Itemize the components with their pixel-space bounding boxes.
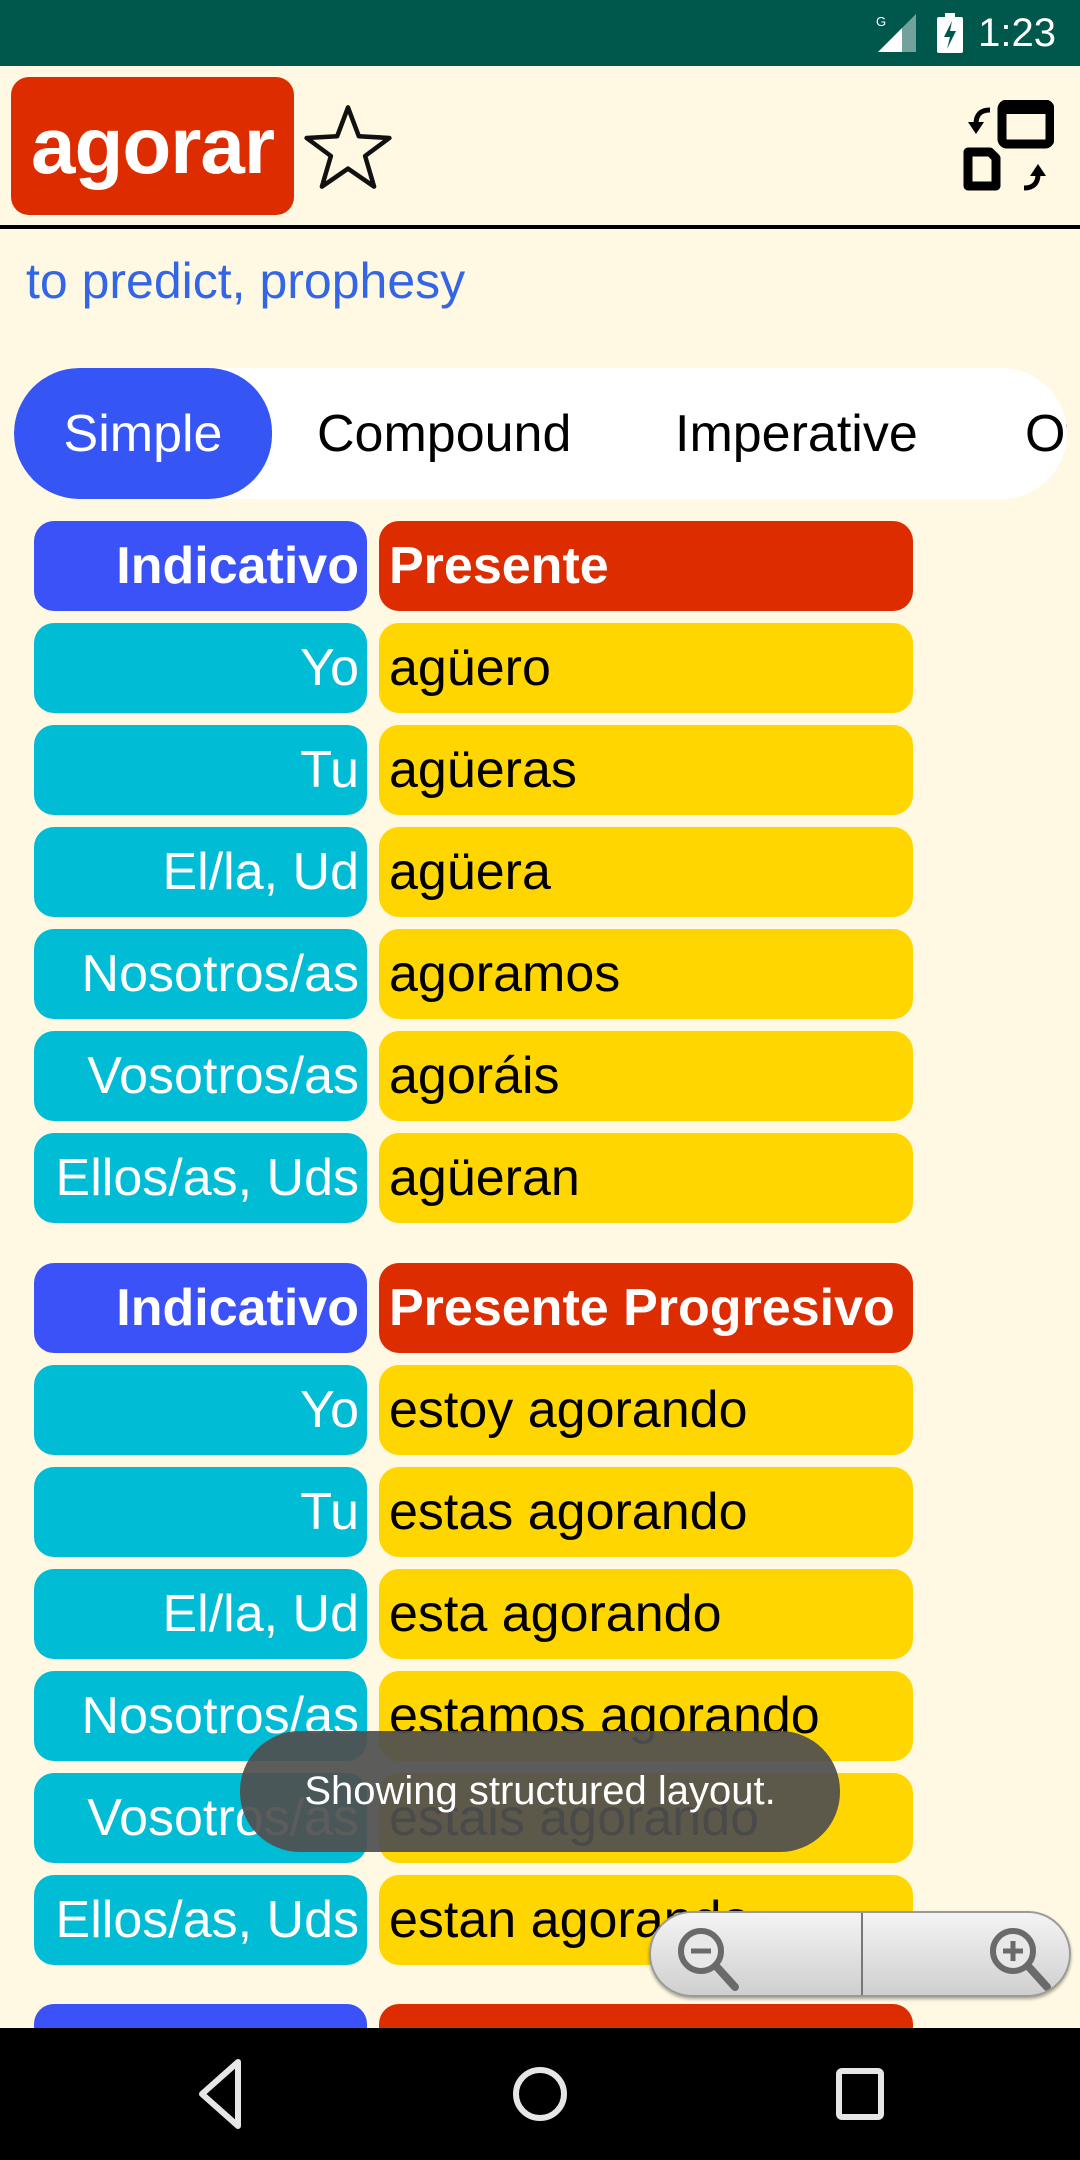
pronoun-cell: El/la, Ud [34,827,367,917]
tab-other[interactable]: Ot [1025,368,1067,499]
swap-layout-icon[interactable] [962,100,1054,192]
header-divider [0,225,1080,229]
star-outline-icon[interactable] [303,102,393,192]
pronoun-cell: El/la, Ud [34,1569,367,1659]
zoom-control [649,1911,1071,1997]
zoom-out-button[interactable] [651,1913,863,1995]
status-time: 1:23 [978,11,1056,55]
pronoun-cell: Ellos/as, Uds [34,1133,367,1223]
recents-icon[interactable] [820,2056,900,2132]
toast-message: Showing structured layout. [240,1731,840,1852]
tense-header: Presente Progresivo [379,1263,913,1353]
status-bar: G 1:23 [0,0,1080,66]
signal-icon: G [876,14,916,52]
pronoun-cell: Vosotros/as [34,1031,367,1121]
mood-header: Indicativo [34,1263,367,1353]
battery-charging-icon [937,13,963,53]
tab-compound[interactable]: Compound [317,368,571,499]
pronoun-cell: Yo [34,1365,367,1455]
zoom-in-icon [990,1928,1051,1991]
mood-header: Indicativo [34,521,367,611]
conjugation-cell[interactable]: agüero [379,623,913,713]
conjugation-cell[interactable]: agüeras [379,725,913,815]
conjugation-cell[interactable]: agoramos [379,929,913,1019]
conjugation-cell[interactable]: estas agorando [379,1467,913,1557]
pronoun-cell: Ellos/as, Uds [34,1875,367,1965]
navigation-bar [0,2028,1080,2160]
pronoun-cell: Tu [34,1467,367,1557]
tab-imperative[interactable]: Imperative [675,368,918,499]
verb-title: agorar [31,101,275,190]
pronoun-cell: Tu [34,725,367,815]
tab-simple[interactable]: Simple [14,368,272,499]
conjugation-cell[interactable]: agoráis [379,1031,913,1121]
zoom-in-button[interactable] [861,1913,1069,1995]
network-type-label: G [876,14,886,29]
pronoun-cell: Yo [34,623,367,713]
zoom-out-icon [678,1928,739,1991]
conjugation-cell[interactable]: esta agorando [379,1569,913,1659]
home-icon[interactable] [500,2056,580,2132]
verb-translation: to predict, prophesy [26,253,466,309]
pronoun-cell: Nosotros/as [34,929,367,1019]
tense-group-tabs: Simple Compound Imperative Ot [14,368,1067,499]
back-icon[interactable] [180,2056,260,2132]
conjugation-cell[interactable]: estoy agorando [379,1365,913,1455]
tense-header: Presente [379,521,913,611]
verb-title-badge: agorar [11,77,294,215]
conjugation-cell[interactable]: agüeran [379,1133,913,1223]
conjugation-cell[interactable]: agüera [379,827,913,917]
